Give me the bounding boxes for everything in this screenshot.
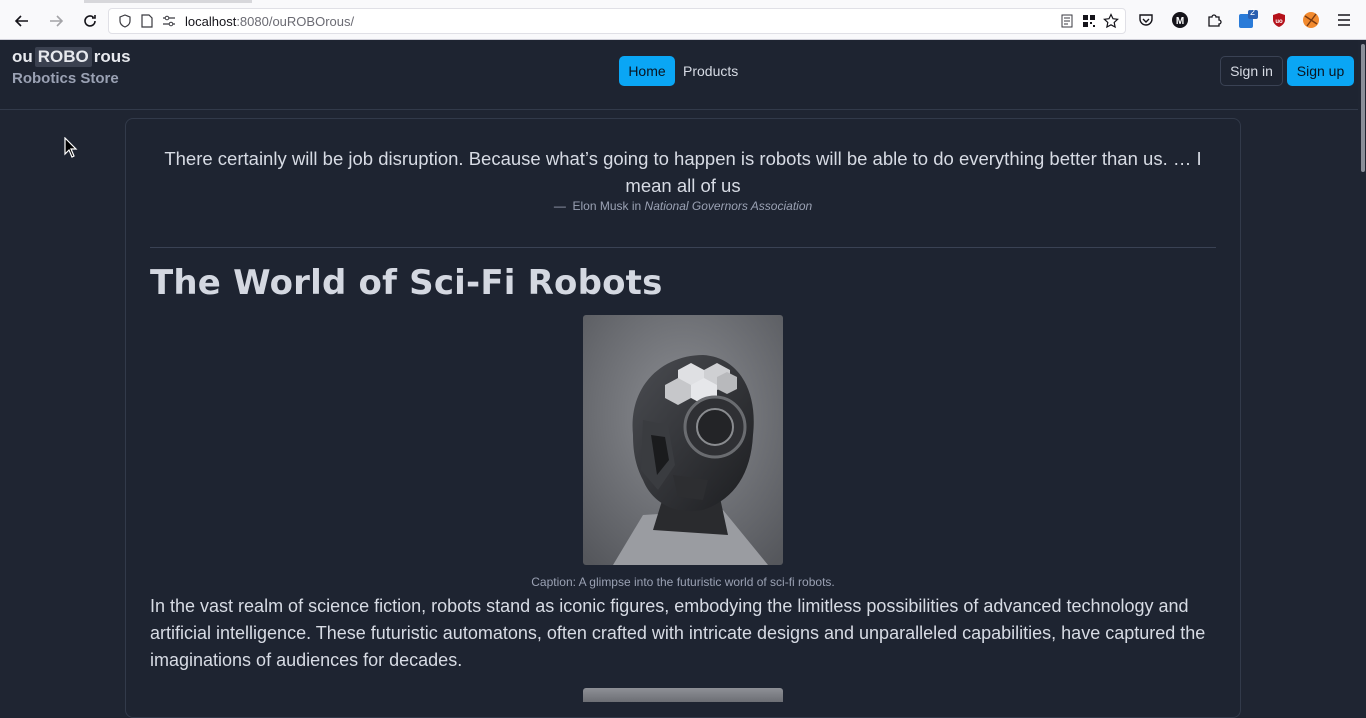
reader-view-icon[interactable] bbox=[1059, 13, 1075, 29]
forward-button[interactable] bbox=[44, 9, 68, 33]
site-header: ou ROBO rous Robotics Store Home Products … bbox=[0, 40, 1366, 110]
forward-arrow-icon bbox=[50, 15, 64, 27]
active-tab-indicator bbox=[84, 0, 252, 3]
extensions-puzzle-icon[interactable] bbox=[1204, 10, 1224, 30]
svg-text:M: M bbox=[1176, 16, 1184, 27]
nav-products-link[interactable]: Products bbox=[683, 56, 738, 86]
reload-button[interactable] bbox=[78, 9, 102, 33]
sign-up-button[interactable]: Sign up bbox=[1287, 56, 1354, 86]
quote-source: National Governors Association bbox=[644, 199, 813, 213]
url-text: localhost:8080/ouROBOrous/ bbox=[185, 14, 354, 29]
url-path: :8080/ouROBOrous/ bbox=[236, 14, 355, 29]
brand-prefix: ou bbox=[12, 47, 33, 66]
nav-home-link[interactable]: Home bbox=[619, 56, 675, 86]
brand-logo[interactable]: ou ROBO rous Robotics Store bbox=[12, 47, 131, 87]
brand-name: ou ROBO rous bbox=[12, 47, 131, 67]
page-heading: The World of Sci-Fi Robots bbox=[150, 263, 663, 303]
section-divider bbox=[150, 247, 1216, 248]
page-scrollbar-thumb[interactable] bbox=[1361, 44, 1365, 172]
url-bar[interactable]: localhost:8080/ouROBOrous/ bbox=[108, 8, 1126, 34]
brand-highlight: ROBO bbox=[34, 47, 92, 67]
robot-head-image bbox=[583, 315, 783, 565]
brand-tagline: Robotics Store bbox=[12, 70, 119, 87]
account-m-icon[interactable]: M bbox=[1170, 10, 1190, 30]
sign-in-button[interactable]: Sign in bbox=[1220, 56, 1283, 86]
mouse-cursor-icon bbox=[64, 136, 78, 163]
quote-author: Elon Musk in bbox=[572, 199, 642, 213]
extension-badge-count: 2 bbox=[1250, 7, 1256, 17]
image-caption: Caption: A glimpse into the futuristic w… bbox=[531, 575, 835, 589]
quote-citation: — Elon Musk in National Governors Associ… bbox=[150, 199, 1216, 213]
menu-hamburger-icon[interactable] bbox=[1334, 10, 1354, 30]
site-permissions-icon[interactable] bbox=[161, 13, 177, 29]
quote-text: There certainly will be job disruption. … bbox=[164, 148, 1202, 196]
url-host: localhost bbox=[185, 14, 237, 29]
svg-text:uo: uo bbox=[1275, 19, 1283, 25]
page-icon bbox=[139, 13, 155, 29]
brand-suffix: rous bbox=[93, 47, 131, 66]
qr-code-icon[interactable] bbox=[1081, 13, 1097, 29]
reload-icon bbox=[84, 15, 96, 27]
profile-avatar-icon[interactable] bbox=[1301, 10, 1321, 30]
intro-paragraph: In the vast realm of science fiction, ro… bbox=[150, 596, 1206, 670]
quote-dash: — bbox=[553, 199, 566, 213]
ublock-icon[interactable]: uo bbox=[1269, 10, 1289, 30]
second-robot-image bbox=[583, 688, 783, 702]
browser-toolbar: localhost:8080/ouROBOrous/ M 2 uo bbox=[0, 0, 1366, 40]
back-arrow-icon bbox=[14, 15, 28, 27]
shield-icon[interactable] bbox=[117, 13, 133, 29]
pocket-icon[interactable] bbox=[1136, 10, 1156, 30]
bookmark-star-icon[interactable] bbox=[1103, 13, 1119, 29]
back-button[interactable] bbox=[10, 9, 34, 33]
extension-badge-icon[interactable]: 2 bbox=[1238, 7, 1258, 30]
